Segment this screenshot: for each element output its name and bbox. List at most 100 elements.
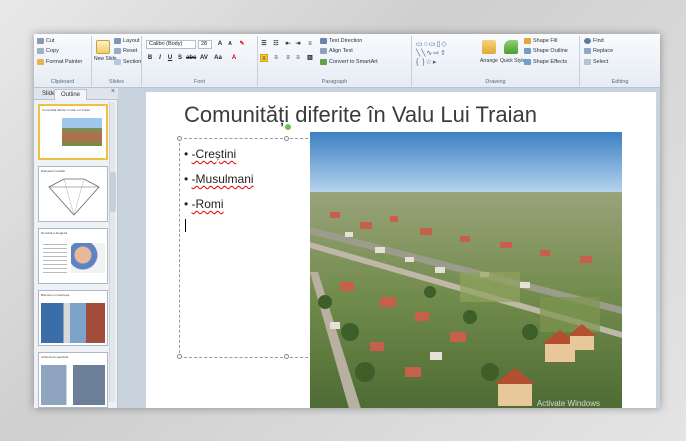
increase-indent-icon[interactable]: ⇥ [294,40,302,48]
clipboard-group: Cut Copy Format Painter Clipboard [34,36,92,86]
thumbnail-image [62,118,102,146]
thumbnail-title: Română și Engleză [41,231,68,235]
photo-frame: Cut Copy Format Painter Clipboard New Sl… [0,0,686,441]
bullet-item[interactable]: • -Romi [184,197,224,211]
thumbnail-title: Biserica și moscheea [41,293,70,297]
align-right-icon[interactable]: ≡ [284,54,292,62]
scrollbar-thumb[interactable] [110,172,116,212]
paragraph-group-label: Paragraph [321,79,348,85]
find-button[interactable]: Find [584,38,604,44]
columns-icon[interactable]: ▥ [306,54,314,62]
underline-icon[interactable]: U [166,54,174,62]
cursor-icon [584,59,591,65]
panel-scrollbar[interactable] [109,102,116,402]
cut-button[interactable]: Cut [37,38,55,44]
layout-icon [114,38,121,44]
ribbon: Cut Copy Format Painter Clipboard New Sl… [34,34,660,88]
format-painter-button[interactable]: Format Painter [37,59,82,65]
thumbnail-image [41,303,105,343]
slide-thumbnail-1[interactable]: Comunități diferite în Valu Lui Traian [38,104,108,160]
activation-watermark: Activate Windows [536,399,600,408]
resize-handle[interactable] [177,354,182,359]
slides-group-label: Slides [109,79,124,85]
align-text-button[interactable]: Align Text [320,48,353,54]
shape-effects-button[interactable]: Shape Effects [524,59,567,65]
align-text-icon [320,48,327,54]
close-panel-icon[interactable]: × [111,88,115,95]
select-button[interactable]: Select [584,59,608,65]
slide-thumbnail-5[interactable]: Arhitectura specifică [38,352,108,408]
shape-fill-button[interactable]: Shape Fill [524,38,557,44]
resize-handle[interactable] [284,136,289,141]
character-spacing-icon[interactable]: AV [200,54,208,62]
section-button[interactable]: Section [114,59,141,65]
tab-outline[interactable]: Outline [54,89,88,100]
effects-icon [524,59,531,65]
binoculars-icon [584,38,591,44]
reset-button[interactable]: Reset [114,48,137,54]
thumbnail-title: Comunități diferite în Valu Lui Traian [42,108,91,112]
line-spacing-icon[interactable]: ≡ [306,40,314,48]
font-group: Calibri (Body) 28 A A ✎ B I U S abc AV A… [142,36,258,86]
strikethrough-icon[interactable]: abc [186,54,196,62]
editing-group: Find Replace Select Editing [580,36,660,86]
bullets-icon[interactable]: ☰ [260,40,268,48]
powerpoint-window: Cut Copy Format Painter Clipboard New Sl… [34,34,660,408]
font-color-icon[interactable]: A [230,54,238,62]
font-size-select[interactable]: 28 [198,40,212,49]
slides-group: New Slide Layout Reset Section Slides [92,36,142,86]
bold-icon[interactable]: B [146,54,154,62]
align-center-icon[interactable]: ≡ [272,54,280,62]
slide-title[interactable]: Comunități diferite în Valu Lui Traian [184,102,537,128]
paintbrush-icon [37,59,44,65]
align-left-icon[interactable]: ≡ [260,54,268,62]
paragraph-group: ☰ ☷ ⇤ ⇥ ≡ ≡ ≡ ≡ ≡ ▥ Text Direction Align… [258,36,412,86]
slides-panel: Slides Outline × Comunități diferite în … [34,88,118,408]
replace-button[interactable]: Replace [584,48,613,54]
paint-bucket-icon [524,38,531,44]
bullet-item[interactable]: • -Creștini [184,147,236,161]
justify-icon[interactable]: ≡ [294,54,302,62]
text-direction-button[interactable]: Text Direction [320,38,362,44]
replace-icon [584,48,591,54]
numbering-icon[interactable]: ☷ [272,40,280,48]
font-name-select[interactable]: Calibri (Body) [146,40,196,49]
layout-button[interactable]: Layout [114,38,140,44]
slide-thumbnail-2[interactable]: Diamantul socială [38,166,108,222]
shapes-gallery[interactable]: ▭○▭▯◇ ╲╲∿⇨⇧{ }☆▸ [416,40,478,66]
copy-icon [37,48,44,54]
text-cursor [185,219,186,232]
village-aerial-photo[interactable]: Activate Windows [310,132,622,408]
new-slide-icon [96,40,110,54]
resize-handle[interactable] [284,354,289,359]
convert-smartart-button[interactable]: Convert to SmartArt [320,59,378,65]
italic-icon[interactable]: I [156,54,164,62]
change-case-icon[interactable]: Aa [214,54,222,62]
thumbnail-image [41,365,105,405]
shape-outline-button[interactable]: Shape Outline [524,48,568,54]
slide-thumbnail-3[interactable]: Română și Engleză [38,228,108,284]
copy-button[interactable]: Copy [37,48,59,54]
text-direction-icon [320,38,327,44]
slide-canvas-area: Comunități diferite în Valu Lui Traian •… [118,88,660,408]
thumbnail-title: Arhitectura specifică [41,355,69,359]
grow-font-icon[interactable]: A [216,40,224,48]
clear-formatting-icon[interactable]: ✎ [238,40,246,48]
rotation-handle[interactable] [285,124,291,130]
thumbnail-image [71,243,105,273]
slide[interactable]: Comunități diferite în Valu Lui Traian •… [146,92,656,408]
shrink-font-icon[interactable]: A [226,40,234,48]
slide-thumbnail-4[interactable]: Biserica și moscheea [38,290,108,346]
bullet-item[interactable]: • -Musulmani [184,172,254,186]
pencil-icon [524,48,531,54]
arrange-button[interactable]: Arrange [480,58,498,64]
editing-group-label: Editing [611,79,629,85]
shadow-icon[interactable]: S [176,54,184,62]
resize-handle[interactable] [177,136,182,141]
decrease-indent-icon[interactable]: ⇤ [284,40,292,48]
drawing-group-label: Drawing [485,79,506,85]
font-group-label: Font [193,79,205,85]
thumbnail-text [43,241,67,275]
village-photo-graphic [310,132,622,408]
clipboard-group-label: Clipboard [50,79,75,85]
